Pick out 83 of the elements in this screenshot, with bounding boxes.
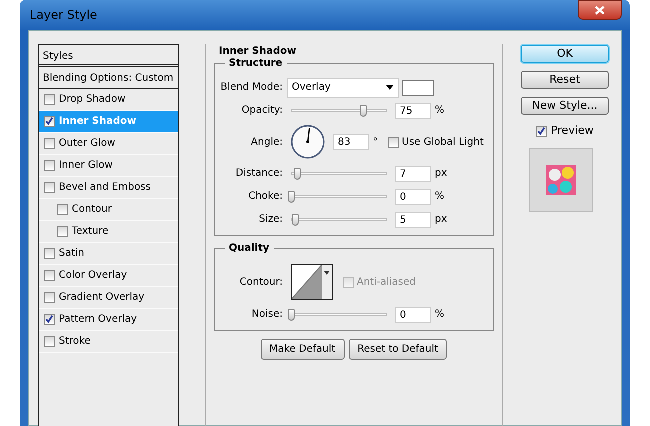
input-field[interactable]: 0 <box>395 306 431 322</box>
style-item[interactable]: Color Overlay <box>39 265 178 287</box>
item-label: Inner Shadow <box>59 115 136 129</box>
dialog-button[interactable]: Reset <box>521 71 609 89</box>
slider-thumb[interactable] <box>288 190 295 202</box>
photo-placeholder <box>546 164 576 194</box>
caret-icon <box>324 271 330 275</box>
unit-label: px <box>435 167 448 181</box>
field-label: Distance: <box>234 167 284 181</box>
checkbox[interactable] <box>44 182 55 193</box>
input-field[interactable]: 0 <box>395 188 431 204</box>
list-item[interactable]: Blending Options: Custom <box>39 67 178 89</box>
checkbox[interactable] <box>44 314 55 325</box>
checkbox[interactable] <box>57 226 68 237</box>
item-label: Color Overlay <box>59 269 128 283</box>
field-label: Choke: <box>248 190 284 204</box>
input-field[interactable]: 5 <box>395 212 431 228</box>
window-title: Layer Style <box>29 7 98 24</box>
unit-label: px <box>435 213 448 227</box>
checkbox[interactable] <box>44 160 55 171</box>
caret-icon <box>386 85 394 90</box>
field-label: Blend Mode: <box>220 81 284 95</box>
unit-label: % <box>435 190 445 204</box>
item-label: Gradient Overlay <box>59 291 145 305</box>
item-label: Outer Glow <box>59 137 116 151</box>
style-item[interactable]: Stroke <box>39 331 178 353</box>
item-label: Bevel and Emboss <box>59 181 151 195</box>
unit-label: % <box>435 104 445 118</box>
checkbox[interactable] <box>44 116 55 127</box>
style-item[interactable]: Pattern Overlay <box>39 309 178 331</box>
item-label: Satin <box>59 247 85 261</box>
item-label: Drop Shadow <box>59 93 126 107</box>
item-label: Inner Glow <box>59 159 113 173</box>
input-field[interactable]: 7 <box>395 166 431 182</box>
style-item[interactable]: Gradient Overlay <box>39 287 178 309</box>
checkbox-label: Use Global Light <box>402 136 484 150</box>
unit-label: ° <box>373 136 378 150</box>
group-title: Quality <box>225 241 274 256</box>
checkbox[interactable] <box>44 94 55 105</box>
checkbox-label: Preview <box>551 123 594 139</box>
field-label: Noise: <box>250 308 284 322</box>
checkbox[interactable] <box>44 336 55 347</box>
dialog-button[interactable]: New Style... <box>521 97 609 115</box>
close-button[interactable] <box>578 0 622 20</box>
field-label: Angle: <box>250 136 284 150</box>
style-item[interactable]: Outer Glow <box>39 133 178 155</box>
checkbox[interactable] <box>536 126 548 137</box>
checkbox[interactable] <box>44 292 55 303</box>
angle-dial[interactable] <box>291 125 325 159</box>
dropdown-value: Overlay <box>292 81 331 95</box>
checkbox[interactable] <box>44 248 55 259</box>
style-item[interactable]: Inner Glow <box>39 155 178 177</box>
contour-picker[interactable] <box>291 264 333 300</box>
close-icon <box>595 6 605 14</box>
style-item[interactable]: Texture <box>39 221 178 243</box>
slider-thumb[interactable] <box>360 104 367 116</box>
input-field[interactable]: 75 <box>395 102 431 118</box>
blend-mode-dropdown[interactable]: Overlay <box>287 78 399 98</box>
checkbox[interactable] <box>44 270 55 281</box>
unit-label: % <box>435 308 445 322</box>
style-item[interactable]: Satin <box>39 243 178 265</box>
color-swatch[interactable] <box>402 80 434 96</box>
style-item[interactable]: Bevel and Emboss <box>39 177 178 199</box>
dialog-button[interactable]: OK <box>521 45 609 63</box>
action-button[interactable]: Make Default <box>260 339 345 360</box>
checkbox[interactable] <box>57 204 68 215</box>
field-label: Size: <box>258 213 284 227</box>
input-field[interactable]: 83 <box>333 134 369 150</box>
item-label: Pattern Overlay <box>59 313 138 327</box>
slider-thumb[interactable] <box>292 214 299 226</box>
checkbox[interactable] <box>388 136 399 148</box>
slider-thumb[interactable] <box>294 168 301 180</box>
field-label: Contour: <box>238 276 284 290</box>
item-label: Contour <box>72 203 112 217</box>
style-item[interactable]: Contour <box>39 199 178 221</box>
slider-thumb[interactable] <box>288 308 295 320</box>
item-label: Stroke <box>59 335 91 349</box>
field-label: Opacity: <box>240 104 284 118</box>
panel-header: Styles <box>39 45 178 67</box>
item-label: Texture <box>72 225 109 239</box>
checkbox[interactable] <box>44 138 55 149</box>
checkbox-label: Anti-aliased <box>357 276 416 290</box>
action-button[interactable]: Reset to Default <box>348 339 448 360</box>
